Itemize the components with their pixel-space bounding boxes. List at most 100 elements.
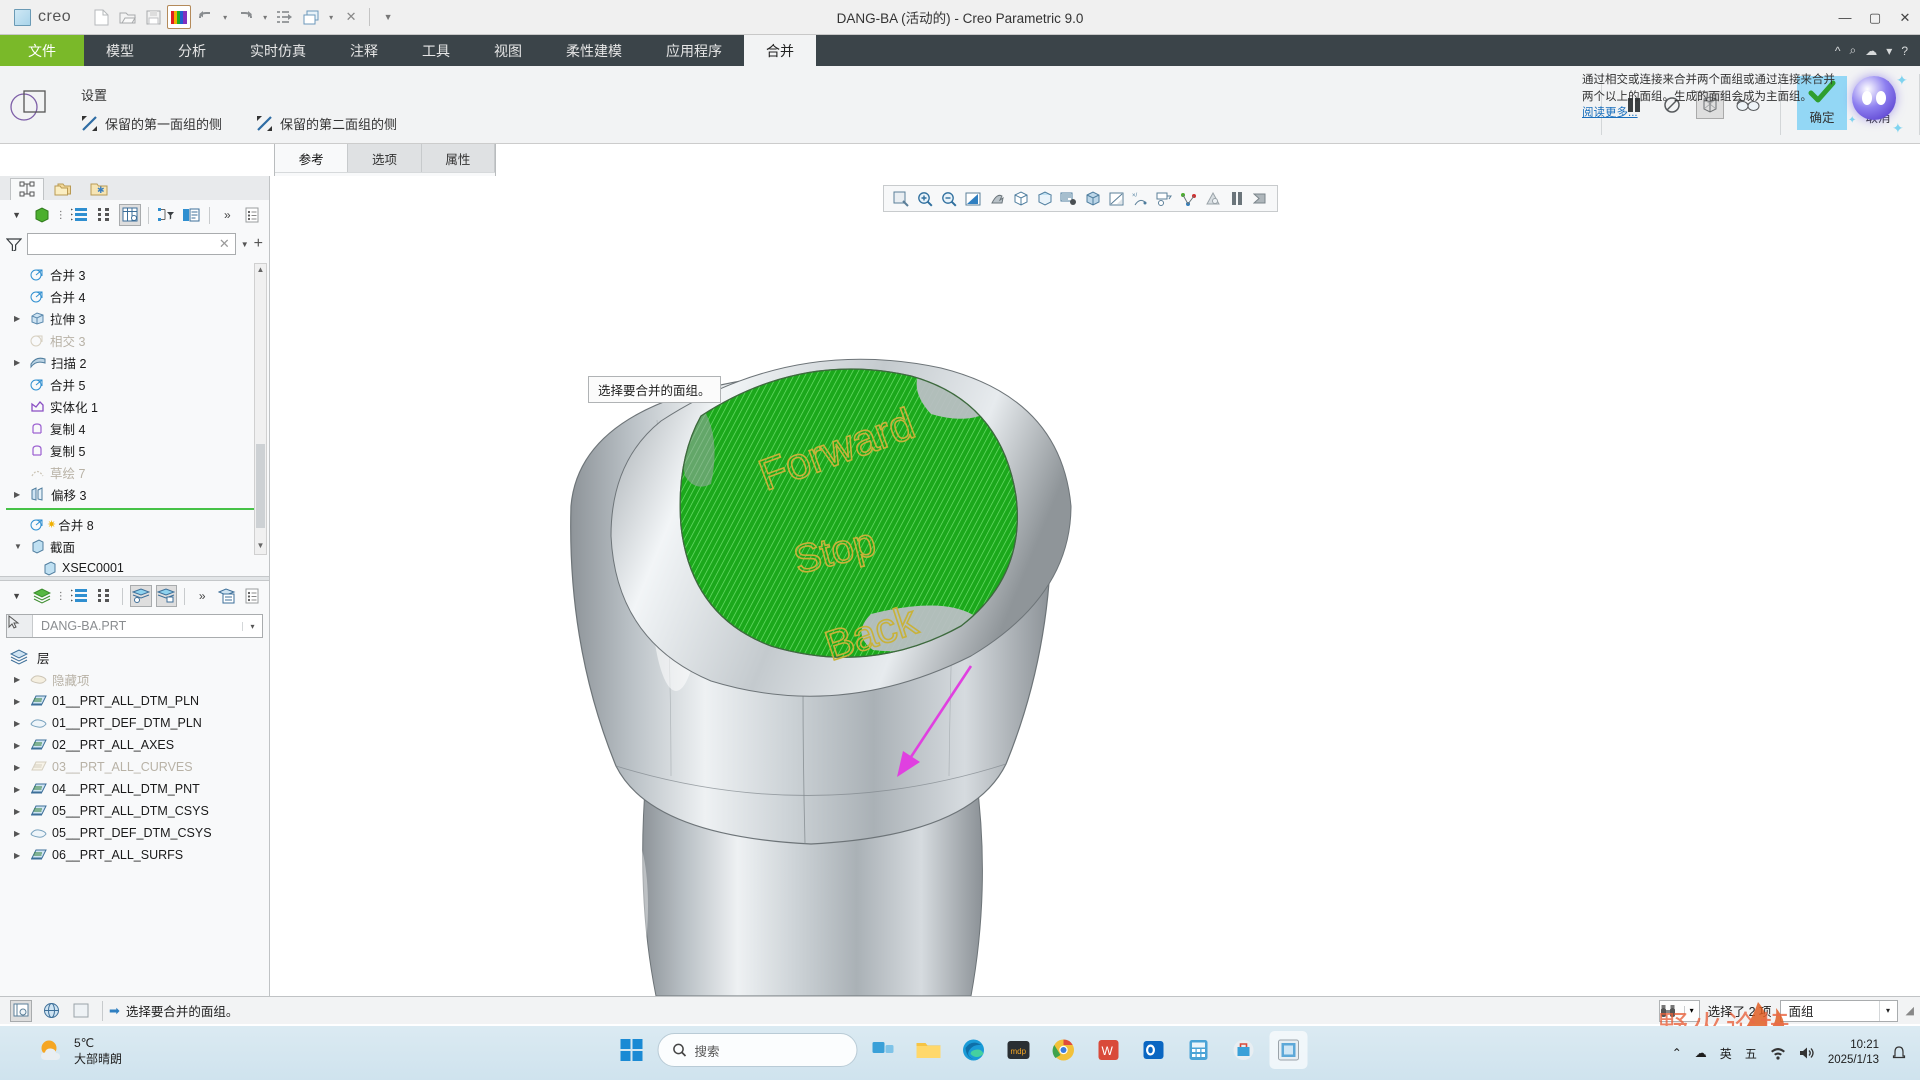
ribbon-tab-analysis[interactable]: 分析 [156, 35, 228, 66]
layer-overflow-icon[interactable]: ⋮ [56, 585, 66, 607]
tree-filter-icon[interactable] [156, 204, 177, 226]
tree-expander[interactable]: ▶ [14, 851, 25, 860]
find-dropdown-icon[interactable]: ▾ [1683, 1006, 1699, 1015]
tree-item-sweep-2[interactable]: ▶ 扫描 2 [0, 351, 269, 373]
wps-icon[interactable]: W [1090, 1031, 1128, 1069]
account-icon[interactable]: ☁ [1865, 44, 1877, 58]
tree-item-offset-3[interactable]: ▶ 偏移 3 [0, 483, 269, 505]
color-swatch-icon[interactable] [167, 5, 192, 29]
tree-expander[interactable]: ▶ [14, 741, 25, 750]
tree-expander[interactable]: ▶ [14, 807, 25, 816]
close-window-icon[interactable]: ✕ [339, 5, 363, 29]
spin-icon[interactable] [1178, 188, 1199, 209]
dashboard-tab-options[interactable]: 选项 [348, 144, 422, 172]
tree-item-merge-4[interactable]: 合并 4 [0, 285, 269, 307]
tree-model-icon[interactable] [31, 204, 52, 226]
layer-more-icon[interactable]: » [192, 585, 213, 607]
search-icon[interactable]: ⌕ [1850, 43, 1857, 58]
keep-first-quilt-side-button[interactable]: 保留的第一面组的侧 [81, 114, 222, 133]
mdp-icon[interactable]: mdp [1000, 1031, 1038, 1069]
zoom-out-icon[interactable] [938, 188, 959, 209]
zoom-in-icon[interactable] [914, 188, 935, 209]
clear-search-icon[interactable]: ✕ [219, 236, 230, 252]
model-display-icon[interactable] [10, 999, 32, 1022]
tree-expander[interactable]: ▶ [14, 314, 25, 323]
layer-model-selector[interactable]: DANG-BA.PRT ▾ [6, 614, 263, 638]
ribbon-tab-tools[interactable]: 工具 [400, 35, 472, 66]
network-icon[interactable] [1770, 1046, 1786, 1060]
settings-dropdown-icon[interactable]: ▾ [1886, 44, 1892, 58]
tree-item-extrude-3[interactable]: ▶ 拉伸 3 [0, 307, 269, 329]
tree-display-icon[interactable] [181, 204, 202, 226]
selection-filter-dropdown[interactable]: 面组 ▾ [1779, 999, 1898, 1022]
tree-expander[interactable]: ▶ [14, 358, 25, 367]
open-file-icon[interactable] [115, 5, 139, 29]
ribbon-tab-live-simulation[interactable]: 实时仿真 [228, 35, 328, 66]
tree-item-section[interactable]: ▼ 截面 [0, 535, 269, 557]
calculator-icon[interactable] [1180, 1031, 1218, 1069]
ribbon-tab-annotate[interactable]: 注释 [328, 35, 400, 66]
tree-expander[interactable]: ▶ [14, 675, 25, 684]
insert-here-indicator[interactable] [0, 505, 269, 513]
store-icon[interactable] [1225, 1031, 1263, 1069]
tree-doc-icon[interactable] [242, 204, 263, 226]
tree-item-intersect-3[interactable]: 相交 3 [0, 329, 269, 351]
blank-panel-icon[interactable] [70, 1000, 92, 1022]
ribbon-tab-merge[interactable]: 合并 [744, 35, 816, 66]
pause-playback-icon[interactable] [1226, 188, 1247, 209]
find-tool[interactable]: ▾ [1658, 999, 1700, 1022]
layer-visibility-icon[interactable] [1202, 188, 1223, 209]
repaint-icon[interactable] [962, 188, 983, 209]
favorites-tab[interactable]: ✱ [82, 178, 116, 200]
layer-item-hidden[interactable]: ▶ 隐藏项 [0, 668, 269, 690]
tree-item-xsec0001[interactable]: XSEC0001 [0, 557, 269, 576]
perspective-icon[interactable] [1106, 188, 1127, 209]
cloud-sync-icon[interactable]: ☁ [1695, 1046, 1707, 1060]
tree-item-copy-4[interactable]: 复制 4 [0, 417, 269, 439]
tree-expander[interactable]: ▼ [14, 542, 25, 551]
binoculars-icon[interactable] [1660, 1004, 1684, 1018]
model-tree-tab[interactable] [10, 178, 44, 200]
undo-icon[interactable] [193, 5, 217, 29]
tree-item-merge-3[interactable]: 合并 3 [0, 263, 269, 285]
weather-widget[interactable]: 5℃ 大部晴朗 [38, 1035, 122, 1067]
tree-overflow-icon[interactable]: ⋮ [56, 204, 66, 226]
new-file-icon[interactable] [89, 5, 113, 29]
help-read-more-link[interactable]: 阅读更多... [1582, 105, 1840, 122]
regenerate-icon[interactable] [273, 5, 297, 29]
window-switch-icon[interactable] [299, 5, 323, 29]
qat-more-icon[interactable]: ▼ [376, 5, 400, 29]
ribbon-tab-view[interactable]: 视图 [472, 35, 544, 66]
collapse-ribbon-icon[interactable]: ^ [1835, 44, 1841, 58]
resize-grip-icon[interactable]: ◢ [1906, 1004, 1914, 1017]
saved-orientations-icon[interactable] [1010, 188, 1031, 209]
dashboard-tab-properties[interactable]: 属性 [422, 144, 495, 172]
help-icon[interactable]: ? [1901, 44, 1908, 58]
model-tree-scrollbar[interactable]: ▲ ▼ [254, 263, 267, 555]
tree-columns-icon[interactable] [69, 204, 90, 226]
layer-isolate-icon[interactable] [155, 585, 177, 607]
layer-item-01-prt-def-dtm-pln[interactable]: ▶ 01__PRT_DEF_DTM_PLN [0, 712, 269, 734]
taskbar-search-input[interactable]: 搜索 [657, 1033, 858, 1067]
undo-dropdown-icon[interactable]: ▾ [219, 5, 231, 29]
named-views-icon[interactable] [1058, 188, 1079, 209]
tree-item-solidify-1[interactable]: 实体化 1 [0, 395, 269, 417]
folder-browser-tab[interactable] [46, 178, 80, 200]
notifications-icon[interactable] [1892, 1045, 1906, 1061]
dashboard-tab-references[interactable]: 参考 [275, 144, 349, 172]
layers-stack-icon[interactable] [31, 585, 52, 607]
tree-expander[interactable]: ▶ [14, 829, 25, 838]
close-button[interactable]: ✕ [1890, 0, 1920, 35]
layer-doc-icon[interactable] [242, 585, 263, 607]
layer-item-02-prt-all-axes[interactable]: ▶ 02__PRT_ALL_AXES [0, 734, 269, 756]
layer-model-dropdown-icon[interactable]: ▾ [242, 621, 262, 631]
save-icon[interactable] [141, 5, 165, 29]
tray-expand-icon[interactable]: ⌃ [1672, 1046, 1682, 1060]
refit-icon[interactable] [890, 188, 911, 209]
minimize-button[interactable]: — [1830, 0, 1860, 35]
tree-item-copy-5[interactable]: 复制 5 [0, 439, 269, 461]
layer-settings-icon[interactable]: ▼ [6, 585, 27, 607]
maximize-button[interactable]: ▢ [1860, 0, 1890, 35]
scroll-up-arrow-icon[interactable]: ▲ [256, 265, 265, 277]
ribbon-tab-file[interactable]: 文件 [0, 35, 84, 66]
